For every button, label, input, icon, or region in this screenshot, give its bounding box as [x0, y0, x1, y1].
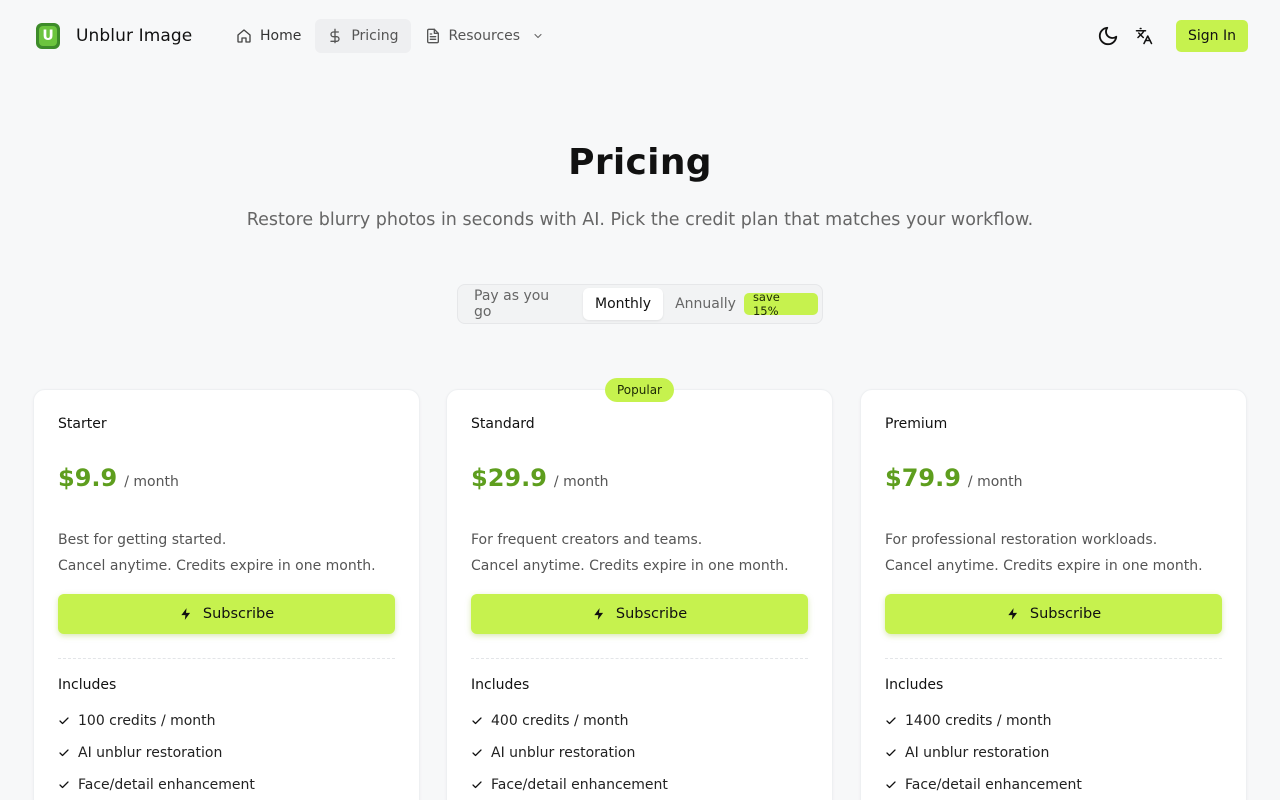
- price-row: $79.9 / month: [885, 464, 1023, 492]
- feature-item: 1400 credits / month: [885, 705, 1082, 737]
- plan-card-premium: Premium $79.9 / month For professional r…: [860, 389, 1247, 800]
- check-icon: [886, 781, 896, 789]
- billing-option-payg[interactable]: Pay as you go: [462, 288, 583, 320]
- nav-resources-label: Resources: [448, 28, 521, 44]
- feature-item: AI unblur restoration: [58, 737, 255, 769]
- logo-icon: U: [36, 23, 60, 49]
- subscribe-button[interactable]: Subscribe: [471, 594, 808, 634]
- check-icon: [472, 717, 482, 725]
- plan-price: $29.9: [471, 464, 547, 492]
- plan-period: / month: [967, 474, 1023, 490]
- plan-description-line2: Cancel anytime. Credits expire in one mo…: [885, 558, 1203, 574]
- brand-link[interactable]: U Unblur Image: [36, 23, 192, 49]
- divider: [885, 658, 1222, 659]
- dollar-icon: [330, 28, 340, 44]
- popular-badge: Popular: [605, 378, 674, 402]
- check-icon: [472, 749, 482, 757]
- sign-in-button[interactable]: Sign In: [1176, 20, 1248, 52]
- price-row: $9.9 / month: [58, 464, 179, 492]
- home-icon: [237, 29, 251, 43]
- check-icon: [886, 749, 896, 757]
- plan-description: For professional restoration workloads. …: [885, 527, 1203, 579]
- plan-description-line2: Cancel anytime. Credits expire in one mo…: [471, 558, 789, 574]
- plan-name: Standard: [471, 416, 535, 432]
- plan-description: For frequent creators and teams. Cancel …: [471, 527, 789, 579]
- plan-description-line1: For professional restoration workloads.: [885, 532, 1158, 548]
- nav-home-label: Home: [260, 28, 302, 44]
- feature-item: AI unblur restoration: [471, 737, 668, 769]
- brand-name: Unblur Image: [76, 26, 193, 46]
- nav-pricing[interactable]: Pricing: [315, 19, 411, 53]
- feature-item: AI unblur restoration: [885, 737, 1082, 769]
- check-icon: [59, 717, 69, 725]
- billing-period-toggle: Pay as you go Monthly Annually save 15%: [457, 284, 823, 324]
- feature-item: 100 credits / month: [58, 705, 255, 737]
- includes-heading: Includes: [885, 677, 944, 693]
- moon-icon: [1098, 26, 1118, 46]
- divider: [471, 658, 808, 659]
- plan-description-line1: For frequent creators and teams.: [471, 532, 703, 548]
- feature-list: 100 credits / month AI unblur restoratio…: [58, 705, 255, 800]
- main-nav: Home Pricing Resources: [224, 19, 558, 53]
- includes-heading: Includes: [471, 677, 530, 693]
- includes-heading: Includes: [58, 677, 117, 693]
- check-icon: [472, 781, 482, 789]
- billing-option-annually-label: Annually: [675, 296, 736, 312]
- plan-name: Starter: [58, 416, 107, 432]
- feature-list: 1400 credits / month AI unblur restorati…: [885, 705, 1082, 800]
- page-subtitle: Restore blurry photos in seconds with AI…: [246, 210, 1034, 230]
- nav-pricing-label: Pricing: [351, 28, 399, 44]
- feature-item: Face/detail enhancement: [471, 769, 668, 800]
- subscribe-label: Subscribe: [202, 606, 275, 622]
- plan-card-standard: Popular Standard $29.9 / month For frequ…: [446, 378, 833, 800]
- header-actions: Sign In: [1092, 20, 1248, 52]
- theme-toggle-button[interactable]: [1092, 20, 1124, 52]
- subscribe-button[interactable]: Subscribe: [58, 594, 395, 634]
- page-title: Pricing: [568, 142, 712, 183]
- check-icon: [59, 749, 69, 757]
- plan-period: / month: [553, 474, 609, 490]
- billing-option-monthly[interactable]: Monthly: [583, 288, 664, 320]
- price-row: $29.9 / month: [471, 464, 609, 492]
- check-icon: [886, 717, 896, 725]
- site-header: U Unblur Image Home Pricing Resources Si…: [0, 0, 1280, 72]
- plan-card-starter: Starter $9.9 / month Best for getting st…: [33, 389, 420, 800]
- plan-period: / month: [124, 474, 179, 490]
- chevron-down-icon: [534, 33, 542, 39]
- language-button[interactable]: [1128, 20, 1160, 52]
- subscribe-label: Subscribe: [1029, 606, 1102, 622]
- plan-description-line1: Best for getting started.: [58, 532, 227, 548]
- feature-item: 400 credits / month: [471, 705, 668, 737]
- plan-description: Best for getting started. Cancel anytime…: [58, 527, 376, 579]
- lightning-icon: [181, 608, 190, 620]
- feature-item: Face/detail enhancement: [885, 769, 1082, 800]
- document-icon: [426, 28, 439, 44]
- subscribe-label: Subscribe: [615, 606, 688, 622]
- lightning-icon: [1008, 608, 1017, 620]
- save-badge: save 15%: [743, 290, 818, 318]
- plan-price: $9.9: [58, 464, 118, 492]
- billing-option-annually[interactable]: Annually save 15%: [663, 288, 818, 320]
- nav-home[interactable]: Home: [224, 19, 313, 53]
- plan-description-line2: Cancel anytime. Credits expire in one mo…: [58, 558, 376, 574]
- plan-name: Premium: [885, 416, 948, 432]
- plan-price: $79.9: [885, 464, 961, 492]
- feature-list: 400 credits / month AI unblur restoratio…: [471, 705, 668, 800]
- lightning-icon: [594, 608, 603, 620]
- check-icon: [59, 781, 69, 789]
- subscribe-button[interactable]: Subscribe: [885, 594, 1222, 634]
- feature-item: Face/detail enhancement: [58, 769, 255, 800]
- translate-icon: [1135, 27, 1153, 45]
- divider: [58, 658, 395, 659]
- nav-resources[interactable]: Resources: [413, 19, 557, 53]
